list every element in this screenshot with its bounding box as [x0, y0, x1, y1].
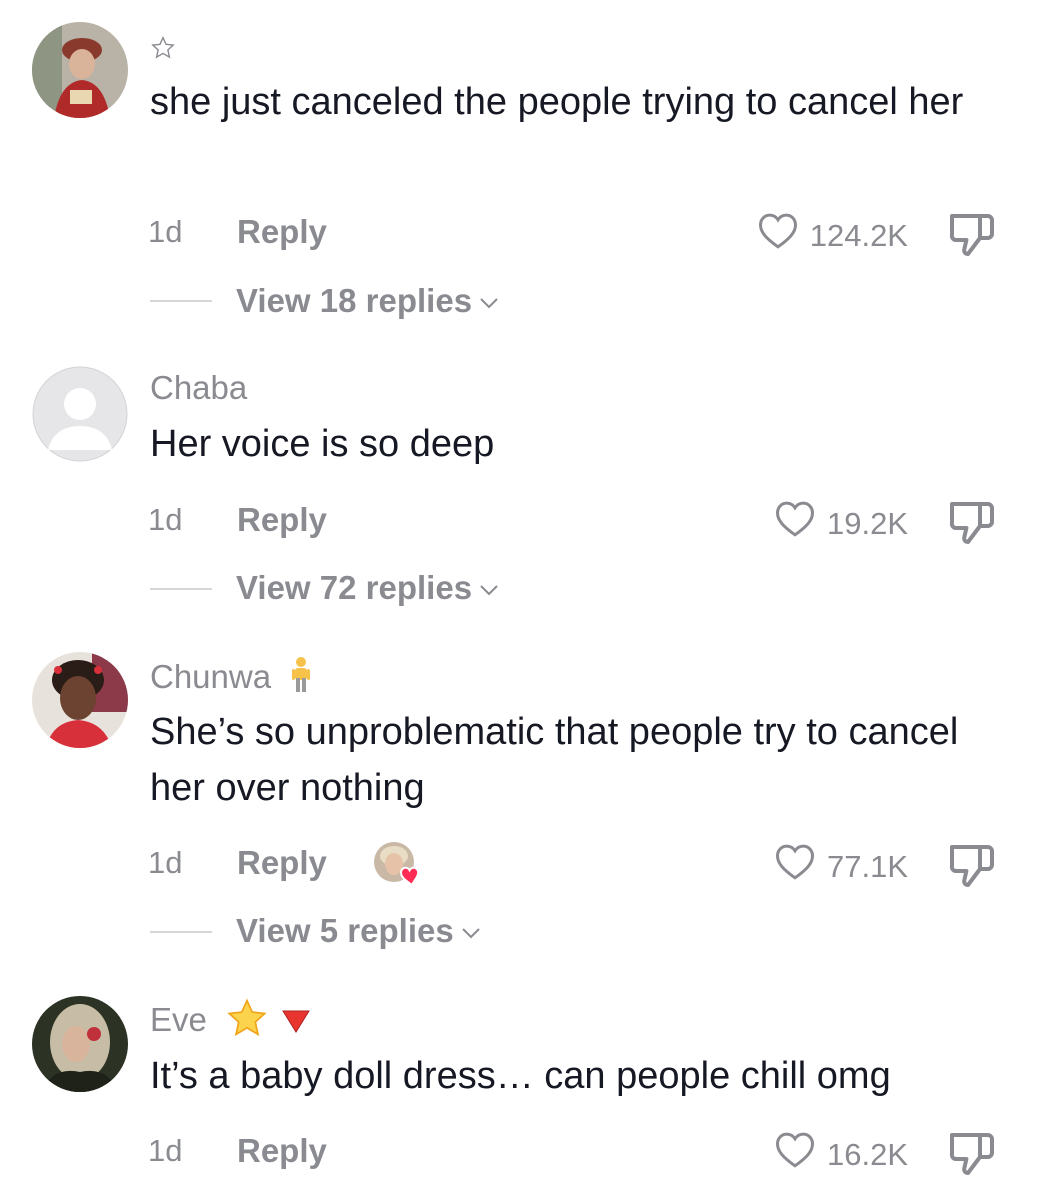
person-standing-emoji — [290, 656, 312, 703]
like-count: 77.1K — [826, 849, 908, 884]
comment-username[interactable] — [150, 28, 176, 70]
view-replies-button[interactable]: View 5 replies — [236, 911, 482, 951]
divider-line — [150, 931, 212, 933]
thumbs-down-icon — [946, 1133, 998, 1181]
heart-icon — [775, 1131, 827, 1179]
comment-text: Her voice is so deep — [150, 423, 495, 465]
like-button[interactable]: 77.1K — [775, 843, 908, 891]
star-outline-icon — [150, 30, 176, 70]
creator-heart-avatar — [372, 840, 420, 887]
like-button[interactable]: 19.2K — [775, 500, 908, 548]
comment-username[interactable]: Chaba — [150, 368, 247, 408]
reply-button[interactable]: Reply — [237, 1131, 327, 1171]
avatar[interactable] — [32, 366, 128, 462]
chevron-down-icon — [480, 298, 498, 309]
comment-username[interactable]: Eve — [150, 998, 311, 1047]
thumbs-down-icon — [946, 845, 998, 893]
avatar[interactable] — [32, 652, 128, 748]
view-replies-button[interactable]: View 18 replies — [236, 281, 500, 321]
dislike-button[interactable] — [946, 1129, 998, 1182]
avatar[interactable] — [32, 22, 128, 118]
comment-time: 1d — [148, 845, 183, 880]
like-count: 19.2K — [826, 506, 908, 541]
like-count: 16.2K — [826, 1137, 908, 1172]
thumbs-down-icon — [946, 502, 998, 550]
chevron-down-icon — [461, 928, 480, 939]
dislike-button[interactable] — [946, 210, 998, 263]
comment-text: It’s a baby doll dress… can people chill… — [150, 1055, 891, 1097]
reply-button[interactable]: Reply — [237, 843, 327, 883]
chevron-down-icon — [480, 585, 498, 596]
comment-text: she just canceled the people trying to c… — [150, 81, 964, 123]
comment-time: 1d — [148, 502, 183, 537]
comment-username[interactable]: Chunwa — [150, 656, 312, 703]
comment-time: 1d — [148, 1133, 183, 1168]
heart-icon — [758, 212, 810, 260]
dislike-button[interactable] — [946, 498, 998, 551]
reply-button[interactable]: Reply — [237, 500, 327, 540]
thumbs-down-icon — [946, 214, 998, 262]
red-triangle-down-emoji — [281, 1003, 311, 1043]
star-emoji — [226, 998, 268, 1047]
avatar[interactable] — [32, 996, 128, 1092]
divider-line — [150, 300, 212, 302]
comment-text: She’s so unproblematic that people try t… — [150, 711, 959, 809]
heart-icon — [775, 500, 827, 548]
like-button[interactable]: 124.2K — [758, 212, 908, 260]
dislike-button[interactable] — [946, 841, 998, 894]
divider-line — [150, 588, 212, 590]
reply-button[interactable]: Reply — [237, 212, 327, 252]
comment-time: 1d — [148, 214, 183, 249]
like-count: 124.2K — [809, 218, 908, 253]
like-button[interactable]: 16.2K — [775, 1131, 908, 1179]
view-replies-button[interactable]: View 72 replies — [236, 568, 500, 608]
heart-icon — [775, 843, 827, 891]
